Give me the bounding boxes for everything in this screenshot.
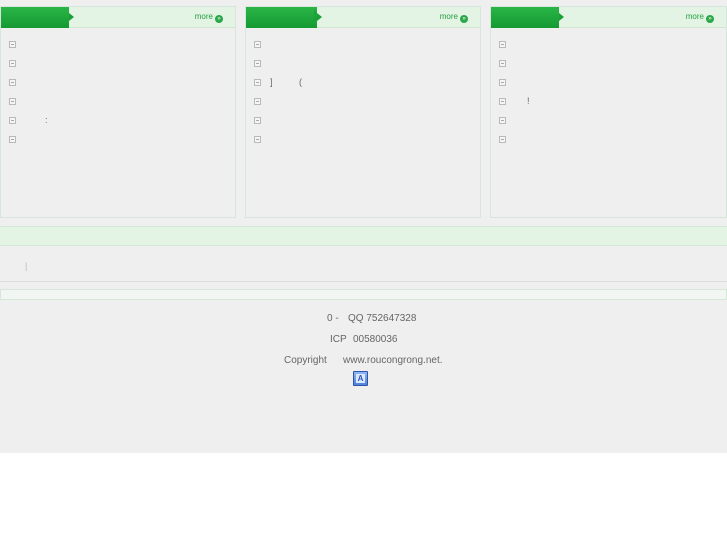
link-separator: | bbox=[25, 261, 28, 271]
site-badge-icon[interactable]: A bbox=[353, 371, 368, 386]
bullet-icon bbox=[499, 117, 506, 124]
bullet-icon bbox=[9, 136, 16, 143]
footer-site-url[interactable]: www.roucongrong.net. bbox=[343, 355, 443, 366]
bullet-icon bbox=[9, 98, 16, 105]
friend-links-header bbox=[0, 226, 727, 246]
more-label[interactable]: more bbox=[686, 12, 704, 21]
bullet-icon bbox=[499, 79, 506, 86]
panel-title-tab[interactable] bbox=[246, 7, 322, 28]
news-panel-1: more» : bbox=[0, 6, 236, 218]
panel-header: more» bbox=[491, 7, 726, 28]
bullet-icon bbox=[254, 117, 261, 124]
more-label[interactable]: more bbox=[440, 12, 458, 21]
list-item-mark: ( bbox=[299, 77, 302, 87]
footer-icp-line: ICP 00580036 bbox=[0, 334, 727, 345]
panel-title-tab[interactable] bbox=[491, 7, 564, 28]
footer-icp-label: ICP bbox=[330, 334, 347, 345]
bullet-icon bbox=[499, 60, 506, 67]
footer-copyright: Copyright bbox=[284, 355, 327, 366]
bullet-icon bbox=[9, 41, 16, 48]
panel-header: more» bbox=[1, 7, 235, 28]
bullet-icon bbox=[499, 136, 506, 143]
list-item-text[interactable]: ] bbox=[270, 77, 273, 87]
double-arrow-right-icon: » bbox=[706, 15, 714, 23]
bullet-icon bbox=[254, 79, 261, 86]
panel-title-tab[interactable] bbox=[1, 7, 74, 28]
double-arrow-right-icon: » bbox=[215, 15, 223, 23]
double-arrow-right-icon: » bbox=[460, 15, 468, 23]
news-panel-3: more» ! bbox=[490, 6, 727, 218]
more-label[interactable]: more bbox=[195, 12, 213, 21]
footer-icp-number[interactable]: 00580036 bbox=[353, 334, 398, 345]
bullet-icon bbox=[254, 136, 261, 143]
bullet-icon bbox=[9, 60, 16, 67]
badge-letter: A bbox=[356, 374, 365, 383]
panel-header: more» bbox=[246, 7, 480, 28]
more-link[interactable]: more» bbox=[440, 12, 468, 23]
bullet-icon bbox=[254, 98, 261, 105]
footer-qq: QQ 752647328 bbox=[348, 313, 417, 324]
bullet-icon bbox=[499, 41, 506, 48]
more-link[interactable]: more» bbox=[195, 12, 223, 23]
page-content: more» : more» ](more » ! | 0 - QQ 75264… bbox=[0, 0, 727, 453]
footer-divider-bar bbox=[0, 289, 727, 300]
footer-phone: 0 - bbox=[327, 313, 339, 324]
bullet-icon bbox=[254, 41, 261, 48]
list-item-text[interactable]: : bbox=[45, 115, 48, 125]
footer-contact-line: 0 - QQ 752647328 bbox=[0, 313, 727, 324]
bullet-icon bbox=[9, 117, 16, 124]
more-link[interactable]: more» bbox=[686, 12, 714, 23]
news-panel-2: more» ] ( bbox=[245, 6, 481, 218]
bullet-icon bbox=[9, 79, 16, 86]
bullet-icon bbox=[254, 60, 261, 67]
friend-links-box: | bbox=[0, 246, 727, 282]
list-item-text[interactable]: ! bbox=[527, 96, 530, 106]
footer-copyright-line: Copyright www.roucongrong.net. bbox=[0, 355, 727, 366]
bullet-icon bbox=[499, 98, 506, 105]
